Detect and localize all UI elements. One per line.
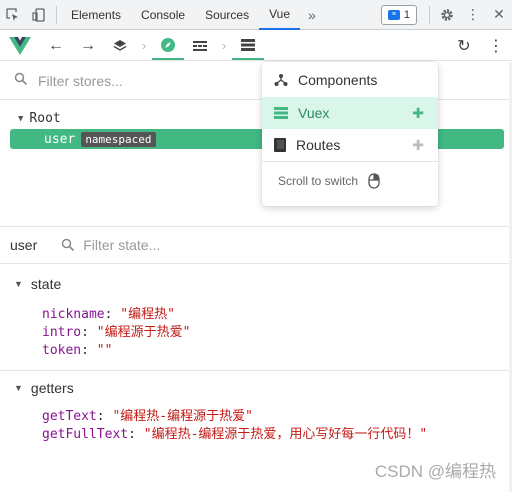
menu-item-vuex[interactable]: Vuex ✚: [262, 97, 438, 129]
chevron-right-icon: ›: [141, 38, 147, 53]
toolbar-divider: [429, 5, 430, 24]
more-options-icon[interactable]: ⋮: [480, 32, 512, 60]
layers-icon[interactable]: [104, 32, 136, 60]
state-section-header[interactable]: ▼ state: [0, 272, 512, 296]
menu-item-label: Routes: [296, 137, 341, 153]
state-section-title: state: [30, 276, 62, 292]
filter-state-placeholder: Filter state...: [83, 237, 161, 253]
menu-item-label: Vuex: [298, 105, 330, 121]
inspector-switch-menu: Components Vuex ✚ Routes ✚ Scroll to swi…: [262, 62, 438, 206]
getters-section: ▼ getters getText: "编程热-编程源于热爱" getFullT…: [0, 376, 512, 444]
state-section: ▼ state nickname: "编程热" intro: "编程源于热爱" …: [0, 272, 512, 360]
close-icon[interactable]: ✕: [486, 0, 512, 30]
tab-elements[interactable]: Elements: [61, 0, 131, 30]
scroll-hint-text: Scroll to switch: [278, 174, 359, 188]
vue-toolbar: ← → › › ↻ ⋮: [0, 31, 512, 61]
state-prop-nickname: nickname: "编程热": [42, 307, 175, 322]
prop-value[interactable]: "编程源于热爱": [97, 325, 191, 340]
device-toggle-icon[interactable]: [26, 0, 52, 30]
state-prop-token: token: "": [42, 343, 113, 358]
plugin-icon: ✚: [412, 136, 424, 153]
timeline-icon[interactable]: [184, 32, 216, 60]
inspect-element-icon[interactable]: [0, 0, 26, 30]
prop-key: getFullText: [42, 427, 129, 442]
prop-key: token: [42, 343, 82, 358]
message-icon: ≡: [387, 9, 400, 20]
section-divider: [0, 370, 512, 371]
prop-key: getText: [42, 409, 97, 424]
getter-prop-gettext: getText: "编程热-编程源于热爱": [42, 409, 253, 424]
book-icon: [274, 138, 286, 152]
vue-logo-icon: [0, 31, 40, 61]
prop-key: intro: [42, 325, 82, 340]
prop-value: "编程热-编程源于热爱": [112, 409, 253, 424]
back-arrow-icon[interactable]: ←: [40, 32, 72, 60]
toolbar-divider: [56, 5, 57, 24]
tab-sources[interactable]: Sources: [195, 0, 259, 30]
menu-item-routes[interactable]: Routes ✚: [262, 129, 438, 161]
filter-state-input[interactable]: Filter state...: [61, 237, 160, 253]
chevron-right-icon: ›: [221, 38, 227, 53]
caret-down-icon[interactable]: ▼: [18, 114, 23, 124]
more-options-icon[interactable]: ⋮: [460, 0, 486, 30]
prop-key: nickname: [42, 307, 105, 322]
root-label: Root: [29, 111, 61, 126]
getters-section-title: getters: [30, 380, 74, 396]
more-tabs-icon[interactable]: »: [300, 7, 324, 23]
mouse-icon: [368, 173, 380, 189]
issues-count: 1: [403, 8, 410, 21]
namespaced-badge: namespaced: [81, 131, 156, 147]
menu-divider: [262, 161, 438, 162]
state-panel-header: user Filter state...: [0, 226, 512, 264]
filter-stores-placeholder: Filter stores...: [38, 72, 123, 89]
prop-value: "编程热-编程源于热爱，用心写好每一行代码！": [143, 427, 428, 442]
forward-arrow-icon[interactable]: →: [72, 32, 104, 60]
state-panel-title: user: [10, 237, 38, 253]
caret-down-icon: ▼: [14, 383, 23, 393]
components-icon: [274, 74, 288, 86]
watermark: CSDN @编程热: [374, 462, 496, 481]
getters-section-header[interactable]: ▼ getters: [0, 376, 512, 400]
refresh-icon[interactable]: ↻: [448, 32, 480, 60]
menu-footer: Scroll to switch: [278, 173, 380, 189]
vuex-tab-icon[interactable]: [232, 32, 264, 60]
user-module-label: user: [44, 131, 76, 147]
menu-item-label: Components: [298, 72, 378, 88]
gear-icon[interactable]: [434, 0, 460, 30]
vuex-icon: [274, 107, 288, 119]
compass-icon[interactable]: [152, 32, 184, 60]
plugin-icon: ✚: [412, 104, 424, 121]
tab-vue[interactable]: Vue: [259, 0, 300, 30]
prop-value[interactable]: "编程热": [120, 307, 175, 322]
issues-badge[interactable]: ≡ 1: [380, 4, 417, 25]
getter-prop-getfulltext: getFullText: "编程热-编程源于热爱，用心写好每一行代码！": [42, 427, 428, 442]
devtools-toolbar: Elements Console Sources Vue » ≡ 1 ⋮ ✕: [0, 0, 512, 30]
menu-item-components[interactable]: Components: [262, 64, 438, 96]
state-prop-intro: intro: "编程源于热爱": [42, 325, 191, 340]
tab-console[interactable]: Console: [131, 0, 195, 30]
search-icon: [61, 238, 75, 252]
caret-down-icon: ▼: [14, 279, 23, 289]
search-icon: [14, 72, 28, 89]
prop-value[interactable]: "": [97, 343, 113, 358]
tree-root[interactable]: ▼ Root: [18, 111, 61, 126]
